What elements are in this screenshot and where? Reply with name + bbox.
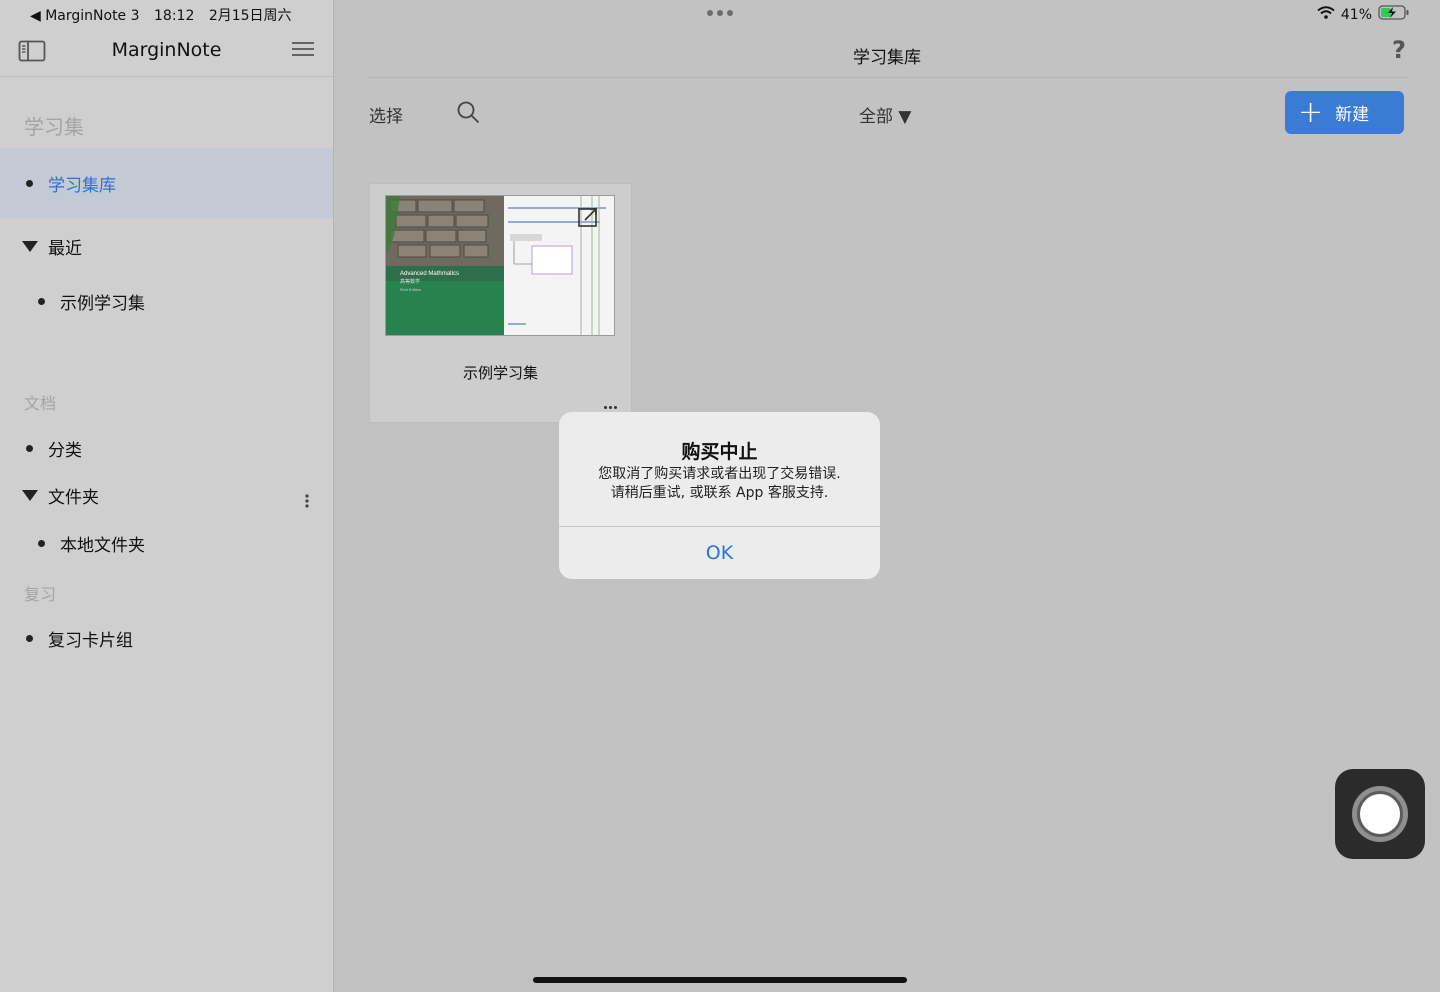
disclosure-triangle-icon[interactable] [22, 240, 38, 252]
section-label-review: 复习 [24, 585, 57, 604]
ok-button[interactable]: OK [559, 527, 880, 579]
sidebar-item-local-folder[interactable]: 本地文件夹 [0, 523, 333, 563]
sidebar-item-categories[interactable]: 分类 [0, 428, 333, 468]
folder-more-icon[interactable] [304, 493, 310, 513]
new-notebook-button[interactable]: + 新建 [1285, 91, 1404, 134]
notebook-title: 示例学习集 [462, 364, 538, 382]
sidebar-item-label: 学习集库 [48, 175, 116, 196]
more-icon[interactable] [604, 406, 617, 409]
bullet-icon [26, 634, 33, 642]
alert-message-line: 您取消了购买请求或者出现了交易错误. [598, 466, 841, 482]
bullet-icon [26, 444, 33, 452]
sidebar-item-recent-sample[interactable]: 示例学习集 [0, 281, 333, 321]
bullet-icon [38, 539, 45, 547]
sidebar-item-label: 复习卡片组 [48, 630, 133, 651]
sidebar-item-review-decks[interactable]: 复习卡片组 [0, 618, 333, 658]
battery-charging-icon [1378, 5, 1410, 24]
status-date: 2月15日周六 [208, 8, 292, 24]
chevron-down-icon: ▼ [898, 107, 912, 127]
alert-dialog: 购买中止 您取消了购买请求或者出现了交易错误. 请稍后重试, 或联系 App 客… [559, 412, 880, 579]
bullet-icon [38, 297, 45, 305]
select-button[interactable]: 选择 [369, 102, 403, 127]
sidebar-item-label: 最近 [48, 238, 82, 259]
sidebar-item-label: 示例学习集 [60, 293, 145, 314]
sidebar-item-label: 文件夹 [48, 487, 99, 508]
wifi-icon [1317, 6, 1335, 23]
back-to-app-link[interactable]: ◀ MarginNote 3 [30, 8, 140, 24]
main-area: 41% 学习集库 ? 选择 全部 ▼ + 新建 Advanced Mathmat… [334, 0, 1440, 992]
svg-text:Advanced Mathmatics: Advanced Mathmatics [400, 271, 459, 277]
sidebar-item-folders[interactable]: 文件夹 [0, 475, 333, 515]
page-title: 学习集库 [853, 48, 921, 68]
svg-text:高等数学: 高等数学 [400, 278, 420, 285]
filter-dropdown[interactable]: 全部 ▼ [859, 102, 911, 127]
search-icon[interactable] [456, 100, 480, 128]
multitasking-handle[interactable] [707, 10, 733, 16]
new-button-label: 新建 [1335, 105, 1370, 125]
status-bar-right: 41% [1317, 5, 1410, 24]
status-time: 18:12 [154, 8, 195, 24]
status-bar-left: ◀ MarginNote 3 18:12 2月15日周六 [30, 5, 302, 25]
section-label-notebooks: 学习集 [24, 115, 84, 139]
sidebar-item-label: 本地文件夹 [60, 535, 145, 556]
alert-title: 购买中止 [681, 441, 758, 463]
sidebar-title: MarginNote [111, 39, 222, 61]
alert-message-line: 请稍后重试, 或联系 App 客服支持. [610, 485, 829, 501]
notebook-card[interactable]: Advanced Mathmatics 高等数学 First Edition 示… [369, 183, 632, 423]
sidebar-item-notebook-library[interactable]: 学习集库 [0, 148, 333, 218]
home-indicator[interactable] [533, 977, 907, 983]
notebook-thumbnail: Advanced Mathmatics 高等数学 First Edition [385, 195, 615, 336]
sidebar: ◀ MarginNote 3 18:12 2月15日周六 MarginNote … [0, 0, 334, 992]
help-icon[interactable]: ? [1392, 36, 1406, 64]
alert-message: 您取消了购买请求或者出现了交易错误. 请稍后重试, 或联系 App 客服支持. [569, 465, 870, 503]
assistive-touch-icon [1352, 786, 1408, 842]
battery-percent: 41% [1340, 6, 1372, 23]
menu-icon[interactable] [291, 41, 315, 61]
filter-label: 全部 [859, 107, 893, 127]
plus-icon: + [1298, 94, 1324, 130]
section-label-documents: 文档 [24, 394, 57, 413]
divider [368, 77, 1408, 78]
sidebar-header: MarginNote [0, 30, 333, 77]
assistive-touch-button[interactable] [1335, 769, 1425, 859]
sidebar-item-recent[interactable]: 最近 [0, 226, 333, 266]
bullet-icon [26, 179, 33, 187]
sidebar-item-label: 分类 [48, 440, 82, 461]
svg-text:First Edition: First Edition [400, 287, 421, 292]
disclosure-triangle-icon[interactable] [22, 489, 38, 501]
